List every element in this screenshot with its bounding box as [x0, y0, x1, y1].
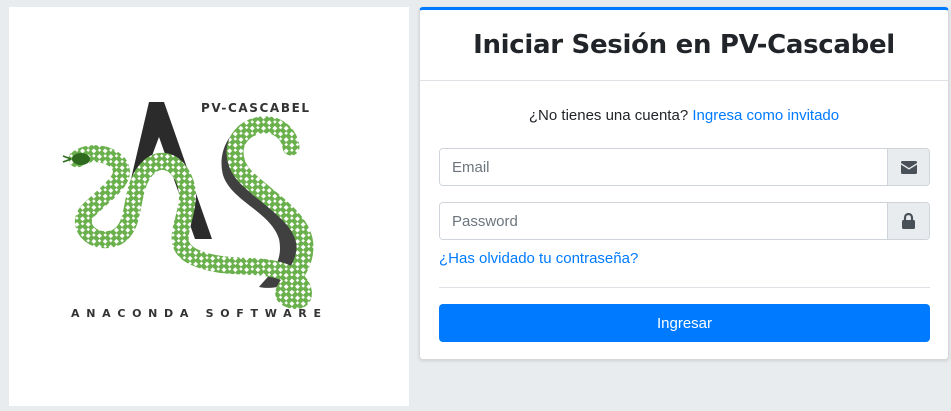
login-submit-button[interactable]: Ingresar — [439, 304, 930, 342]
logo-top-text: PV-CASCABEL — [201, 101, 311, 115]
lock-icon — [902, 213, 915, 229]
password-addon — [887, 203, 929, 239]
page-title: Iniciar Sesión en PV-Cascabel — [473, 30, 895, 60]
guest-login-link[interactable]: Ingresa como invitado — [692, 107, 839, 124]
email-addon — [887, 149, 929, 185]
divider — [439, 287, 930, 288]
envelope-icon — [900, 160, 917, 174]
password-input-group — [439, 202, 930, 240]
logo-panel: PV-CASCABEL ANACONDA SOFTWARE — [9, 7, 409, 406]
email-field[interactable] — [440, 149, 887, 185]
forgot-password-link[interactable]: ¿Has olvidado tu contraseña? — [439, 250, 638, 267]
anaconda-software-logo — [62, 102, 314, 309]
guest-row: ¿No tienes una cuenta? Ingresa como invi… — [420, 107, 948, 124]
logo-bottom-text: ANACONDA SOFTWARE — [71, 307, 328, 320]
login-card: Iniciar Sesión en PV-Cascabel ¿No tienes… — [419, 7, 949, 360]
email-input-group — [439, 148, 930, 186]
no-account-text: ¿No tienes una cuenta? — [528, 107, 689, 124]
card-header: Iniciar Sesión en PV-Cascabel — [420, 10, 948, 81]
password-field[interactable] — [440, 203, 887, 239]
